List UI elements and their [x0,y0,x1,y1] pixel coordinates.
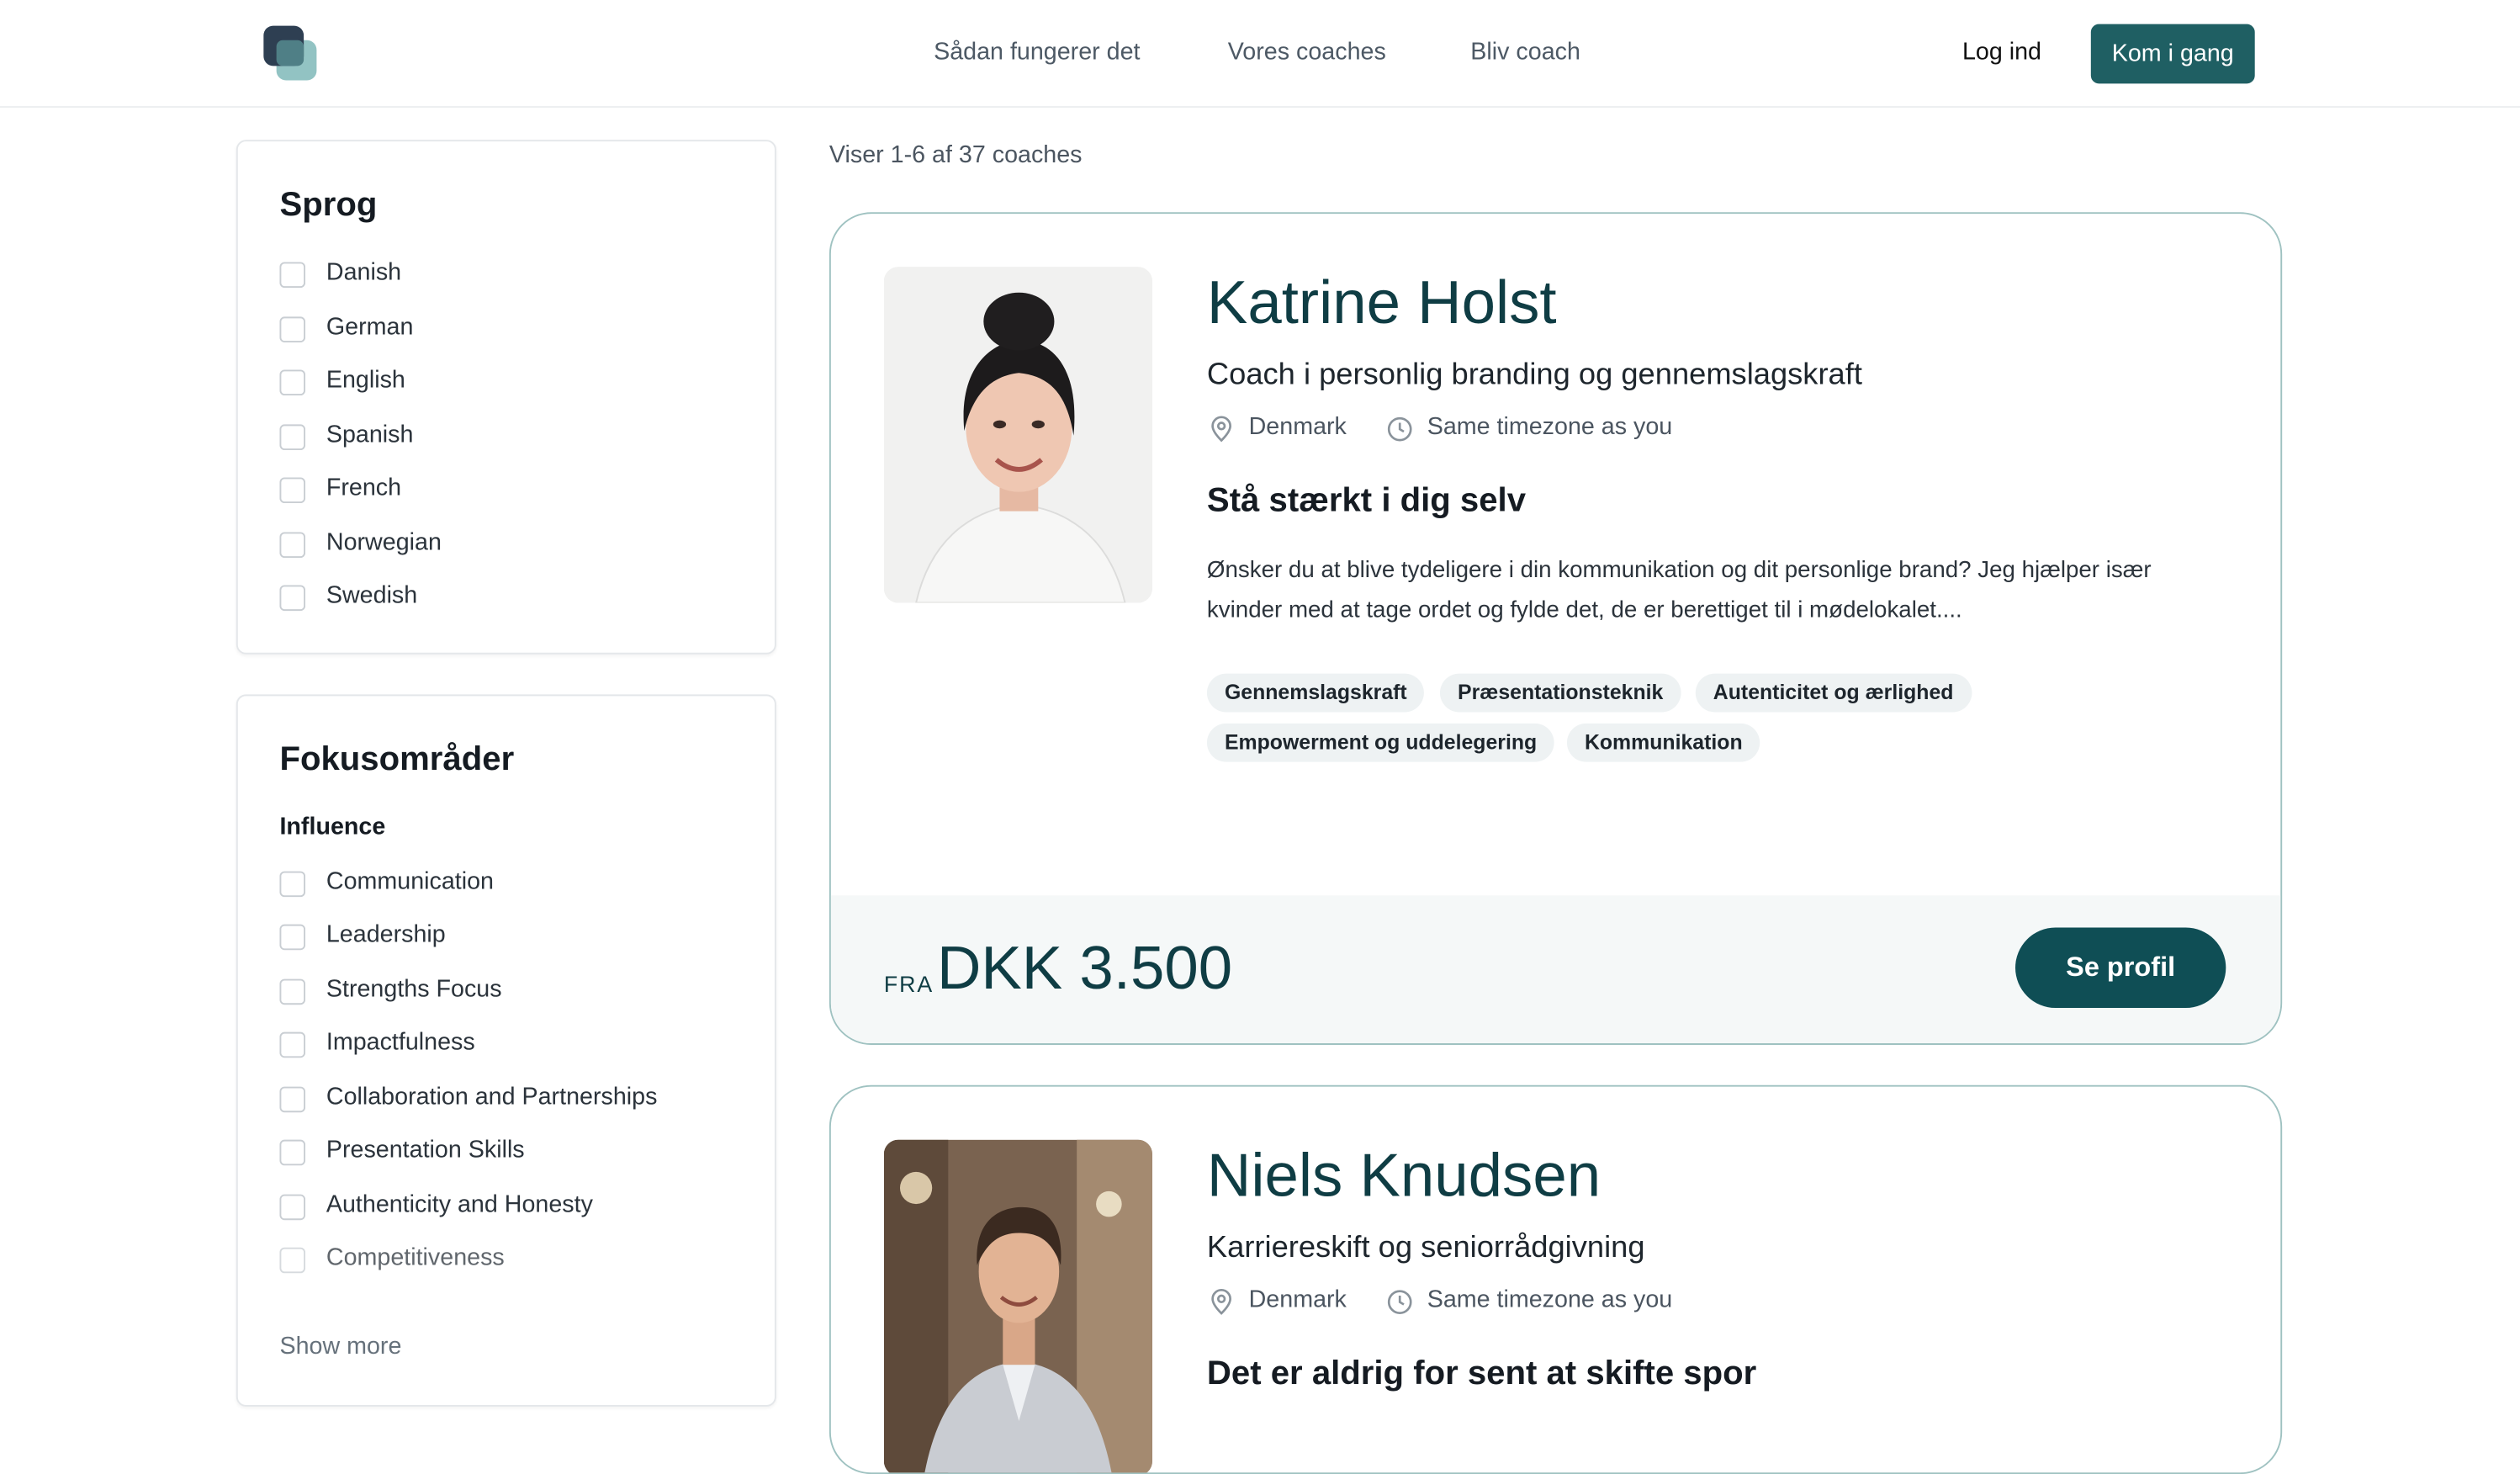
clock-icon [1387,1290,1412,1314]
checkbox[interactable] [279,978,306,1005]
checkbox[interactable] [279,477,306,504]
logo[interactable] [263,25,318,81]
coach-role: Coach i personlig branding og gennemslag… [1206,358,1862,393]
focus-filter-panel: Fokusområder Influence Communication Lea… [236,694,776,1407]
price-prefix: FRA [883,971,934,997]
checkbox[interactable] [279,532,306,559]
checkbox[interactable] [279,1139,306,1166]
checkbox[interactable] [279,871,306,898]
checkbox[interactable] [279,262,306,289]
tag-chip: Autenticitet og ærlighed [1695,673,1972,713]
nav-how-it-works[interactable]: Sådan fungerer det [934,39,1140,66]
card-footer: FRA DKK 3.500 Se profil [830,895,2281,1044]
checkbox[interactable] [279,316,306,342]
results-count: Viser 1-6 af 37 coaches [829,141,1083,169]
focus-group-label: Influence [279,813,386,841]
view-profile-button[interactable]: Se profil [2015,927,2226,1009]
tag-chip: Præsentationsteknik [1439,673,1681,713]
coach-name[interactable]: Katrine Holst [1207,270,1557,339]
coach-headline: Det er aldrig for sent at skifte spor [1206,1355,1757,1392]
show-more-link[interactable]: Show more [279,1333,401,1360]
checkbox[interactable] [279,424,306,450]
language-filter-title: Sprog [279,186,378,224]
top-navbar: Sådan fungerer det Vores coaches Bliv co… [0,0,2520,109]
get-started-button[interactable]: Kom i gang [2090,24,2255,84]
coach-photo [883,267,1152,603]
clock-icon [1387,416,1412,442]
checkbox[interactable] [279,1031,306,1058]
coach-card[interactable]: Niels Knudsen Karriereskift og seniorråd… [829,1084,2283,1474]
coach-name[interactable]: Niels Knudsen [1207,1143,1601,1212]
map-pin-icon [1211,416,1231,443]
checkbox[interactable] [279,1194,306,1221]
checkbox[interactable] [279,585,306,612]
language-filter-panel: Sprog Danish German English Spanish Fren… [236,140,776,655]
checkbox[interactable] [279,924,306,951]
checkbox[interactable] [279,1247,306,1274]
checkbox[interactable] [279,1086,306,1113]
tag-chip: Kommunikation [1566,723,1760,762]
coach-headline: Stå stærkt i dig selv [1206,482,1527,520]
coach-photo [883,1139,1152,1473]
map-pin-icon [1211,1289,1231,1315]
price: DKK 3.500 [936,936,1233,1004]
coach-description: Ønsker du at blive tydeligere i din komm… [1206,558,2152,624]
checkbox[interactable] [279,369,306,396]
focus-filter-title: Fokusområder [279,740,515,778]
coach-role: Karriereskift og seniorrådgivning [1206,1231,1645,1265]
tag-chip: Gennemslagskraft [1206,673,1425,713]
tag-chip: Empowerment og uddelegering [1206,723,1555,762]
nav-become-coach[interactable]: Bliv coach [1470,39,1580,66]
coach-card[interactable]: Katrine Holst Coach i personlig branding… [829,212,2283,1045]
login-link[interactable]: Log ind [1962,39,2041,66]
nav-our-coaches[interactable]: Vores coaches [1228,39,1386,66]
